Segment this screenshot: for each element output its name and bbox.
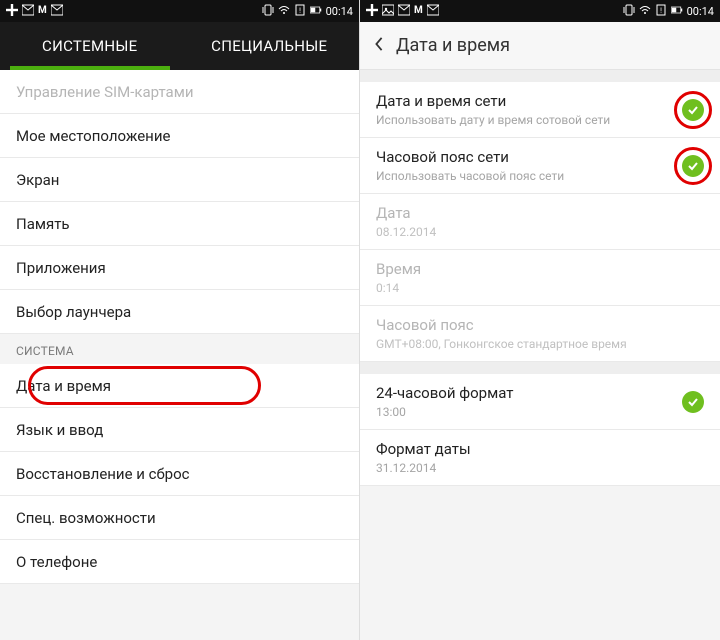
battery-icon	[671, 4, 683, 18]
row-label: Мое местоположение	[16, 127, 170, 145]
row-network-timezone[interactable]: Часовой пояс сети Использовать часовой п…	[360, 138, 720, 194]
row-sub: 13:00	[376, 405, 674, 419]
checkbox-on[interactable]	[682, 99, 704, 121]
envelope-icon-2	[427, 4, 439, 18]
row-label: О телефоне	[16, 553, 97, 571]
status-bar: M ! 00:14	[360, 0, 720, 22]
row-time: Время 0:14	[360, 250, 720, 306]
row-label: Формат даты	[376, 440, 704, 458]
envelope-icon	[398, 4, 410, 18]
check-icon	[687, 104, 699, 116]
row-sub: Использовать часовой пояс сети	[376, 169, 674, 183]
vibrate-icon	[262, 4, 274, 18]
back-button[interactable]	[372, 35, 386, 56]
row-label: Спец. возможности	[16, 509, 156, 527]
row-label: Дата	[376, 204, 704, 222]
row-backup-reset[interactable]: Восстановление и сброс	[0, 452, 359, 496]
row-label: Восстановление и сброс	[16, 465, 189, 483]
row-label: Время	[376, 260, 704, 278]
phone-right: M ! 00:14 Дата и время Дата и время сети…	[360, 0, 720, 640]
plus-icon	[6, 4, 18, 18]
row-label: Выбор лаунчера	[16, 303, 131, 321]
row-sub: 31.12.2014	[376, 461, 704, 475]
row-display[interactable]: Экран	[0, 158, 359, 202]
tab-label: СИСТЕМНЫЕ	[42, 37, 137, 55]
row-date-format[interactable]: Формат даты 31.12.2014	[360, 430, 720, 486]
row-label: Дата и время	[16, 377, 111, 395]
row-date: Дата 08.12.2014	[360, 194, 720, 250]
row-accessibility[interactable]: Спец. возможности	[0, 496, 359, 540]
tab-label: СПЕЦИАЛЬНЫЕ	[211, 37, 327, 55]
row-date-time[interactable]: Дата и время	[0, 364, 359, 408]
settings-list[interactable]: Управление SIM-картами Мое местоположени…	[0, 70, 359, 640]
row-24h-format[interactable]: 24-часовой формат 13:00	[360, 374, 720, 430]
row-apps[interactable]: Приложения	[0, 246, 359, 290]
row-sim-management[interactable]: Управление SIM-картами	[0, 70, 359, 114]
phone-left: M ! 00:14 СИСТЕМНЫЕ СПЕЦИАЛЬНЫЕ Управлен…	[0, 0, 360, 640]
row-label: Язык и ввод	[16, 421, 103, 439]
row-label: Дата и время сети	[376, 92, 674, 110]
header: Дата и время	[360, 22, 720, 70]
row-label: Часовой пояс сети	[376, 148, 674, 166]
row-network-datetime[interactable]: Дата и время сети Использовать дату и вр…	[360, 82, 720, 138]
row-sub: 08.12.2014	[376, 225, 704, 239]
check-icon	[687, 160, 699, 172]
row-label: Часовой пояс	[376, 316, 704, 334]
page-title: Дата и время	[396, 35, 510, 56]
battery-icon	[310, 4, 322, 18]
card-icon: !	[294, 4, 306, 18]
status-time: 00:14	[326, 6, 353, 17]
card-icon: !	[655, 4, 667, 18]
wifi-icon	[639, 4, 651, 18]
datetime-list[interactable]: Дата и время сети Использовать дату и вр…	[360, 70, 720, 640]
tab-special[interactable]: СПЕЦИАЛЬНЫЕ	[180, 22, 360, 70]
checkbox-on[interactable]	[682, 391, 704, 413]
row-about-phone[interactable]: О телефоне	[0, 540, 359, 584]
row-location[interactable]: Мое местоположение	[0, 114, 359, 158]
row-sub: Использовать дату и время сотовой сети	[376, 113, 674, 127]
svg-text:!: !	[660, 7, 662, 15]
section-label-system: СИСТЕМА	[0, 334, 359, 364]
tabs: СИСТЕМНЫЕ СПЕЦИАЛЬНЫЕ	[0, 22, 359, 70]
picture-icon	[382, 4, 394, 18]
check-icon	[687, 396, 699, 408]
row-label: 24-часовой формат	[376, 384, 674, 402]
row-timezone: Часовой пояс GMT+08:00, Гонконгское стан…	[360, 306, 720, 362]
plus-icon	[366, 4, 378, 18]
row-sub: 0:14	[376, 281, 704, 295]
status-bar: M ! 00:14	[0, 0, 359, 22]
row-language-input[interactable]: Язык и ввод	[0, 408, 359, 452]
mail-m-icon: M	[38, 6, 47, 16]
wifi-icon	[278, 4, 290, 18]
row-launcher[interactable]: Выбор лаунчера	[0, 290, 359, 334]
row-label: Управление SIM-картами	[16, 83, 193, 101]
row-label: Память	[16, 215, 70, 233]
checkbox-on[interactable]	[682, 155, 704, 177]
tab-system[interactable]: СИСТЕМНЫЕ	[0, 22, 180, 70]
chevron-left-icon	[372, 37, 386, 51]
row-memory[interactable]: Память	[0, 202, 359, 246]
row-sub: GMT+08:00, Гонконгское стандартное время	[376, 337, 704, 351]
row-label: Приложения	[16, 259, 106, 277]
mail-m-icon: M	[414, 6, 423, 16]
envelope-icon	[22, 4, 34, 18]
envelope-icon-2	[51, 4, 63, 18]
row-label: Экран	[16, 171, 59, 189]
status-time: 00:14	[687, 6, 714, 17]
svg-text:!: !	[299, 7, 301, 15]
vibrate-icon	[623, 4, 635, 18]
